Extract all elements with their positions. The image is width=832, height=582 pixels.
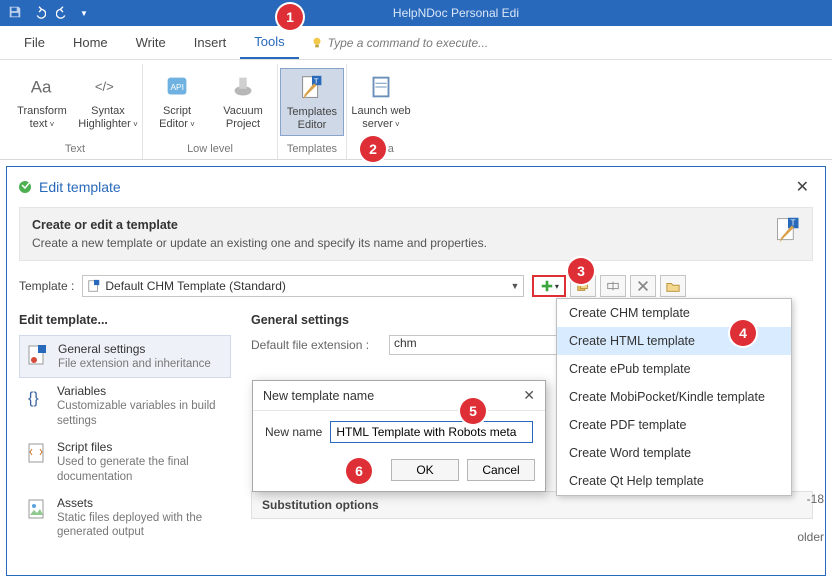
- rename-template-button[interactable]: [600, 275, 626, 297]
- template-label: Template :: [19, 279, 74, 293]
- menu-create-chm[interactable]: Create CHM template: [557, 299, 791, 327]
- annotation-3: 3: [568, 258, 594, 284]
- command-search[interactable]: Type a command to execute...: [305, 33, 494, 53]
- annotation-6: 6: [346, 458, 372, 484]
- menu-create-mobi[interactable]: Create MobiPocket/Kindle template: [557, 383, 791, 411]
- launch-web-server-button[interactable]: Launch webserver ˅: [349, 68, 413, 134]
- svg-text:{}: {}: [28, 390, 39, 407]
- annotation-4: 4: [730, 320, 756, 346]
- cutoff-text-2: older: [797, 530, 824, 544]
- group-lowlevel-label: Low level: [187, 141, 233, 159]
- dialog-title: Edit template: [39, 179, 121, 195]
- template-edit-icon: T: [774, 216, 802, 247]
- menu-create-qt[interactable]: Create Qt Help template: [557, 467, 791, 495]
- qat-dropdown-icon[interactable]: ▼: [80, 9, 88, 18]
- redo-icon[interactable]: [56, 5, 70, 22]
- template-value: Default CHM Template (Standard): [105, 279, 510, 293]
- annotation-1: 1: [277, 4, 303, 30]
- modal-label: New name: [265, 425, 322, 439]
- intro-panel: Create or edit a template Create a new t…: [19, 207, 813, 261]
- ribbon: Aa Transformtext ˅ </> SyntaxHighlighter…: [0, 60, 832, 160]
- templates-editor-button[interactable]: T TemplatesEditor: [280, 68, 344, 136]
- svg-text:API: API: [170, 82, 184, 92]
- chevron-down-icon: ▼: [510, 281, 519, 291]
- menu-create-word[interactable]: Create Word template: [557, 439, 791, 467]
- new-template-name-dialog: New template name ✕ New name OK Cancel: [252, 380, 546, 492]
- create-template-menu: Create CHM template Create HTML template…: [556, 298, 792, 496]
- tree-general-settings[interactable]: General settingsFile extension and inher…: [19, 335, 231, 378]
- tree-variables[interactable]: {} VariablesCustomizable variables in bu…: [19, 378, 231, 434]
- ok-button[interactable]: OK: [391, 459, 459, 481]
- left-title: Edit template...: [19, 313, 231, 327]
- new-name-input[interactable]: [330, 421, 533, 443]
- cancel-button[interactable]: Cancel: [467, 459, 535, 481]
- dialog-close-button[interactable]: ✕: [790, 175, 815, 199]
- ext-label: Default file extension :: [251, 338, 381, 352]
- add-template-button[interactable]: ▾: [532, 275, 566, 297]
- menu-create-epub[interactable]: Create ePub template: [557, 355, 791, 383]
- save-icon[interactable]: [8, 5, 22, 22]
- tab-insert[interactable]: Insert: [180, 27, 241, 58]
- title-bar: ▼ HelpNDoc Personal Edi: [0, 0, 832, 26]
- group-text-label: Text: [65, 141, 85, 159]
- modal-title: New template name: [263, 389, 374, 403]
- svg-text:Aa: Aa: [31, 78, 52, 97]
- script-editor-button[interactable]: API ScriptEditor ˅: [145, 68, 209, 134]
- bulb-icon: [310, 36, 324, 50]
- intro-title: Create or edit a template: [32, 218, 800, 232]
- group-templates-label: Templates: [287, 141, 337, 159]
- tab-tools[interactable]: Tools: [240, 26, 298, 59]
- vacuum-project-button[interactable]: VacuumProject: [211, 68, 275, 134]
- annotation-5: 5: [460, 398, 486, 424]
- modal-close-button[interactable]: ✕: [523, 387, 535, 404]
- menu-create-pdf[interactable]: Create PDF template: [557, 411, 791, 439]
- intro-desc: Create a new template or update an exist…: [32, 236, 800, 250]
- syntax-highlighter-button[interactable]: </> SyntaxHighlighter ˅: [76, 68, 140, 134]
- delete-template-button[interactable]: [630, 275, 656, 297]
- open-folder-button[interactable]: [660, 275, 686, 297]
- svg-text:</>: </>: [95, 79, 114, 94]
- app-title: HelpNDoc Personal Edi: [88, 6, 824, 20]
- tab-file[interactable]: File: [10, 27, 59, 58]
- tree-script-files[interactable]: Script filesUsed to generate the final d…: [19, 434, 231, 490]
- annotation-2: 2: [360, 136, 386, 162]
- ribbon-tabs: File Home Write Insert Tools Type a comm…: [0, 26, 832, 60]
- template-doc-icon: [87, 279, 101, 293]
- template-combo[interactable]: Default CHM Template (Standard) ▼: [82, 275, 524, 297]
- transform-text-button[interactable]: Aa Transformtext ˅: [10, 68, 74, 134]
- tree-assets[interactable]: AssetsStatic files deployed with the gen…: [19, 490, 231, 546]
- dialog-icon: [17, 179, 33, 195]
- cutoff-text-1: -18: [807, 492, 824, 506]
- tab-home[interactable]: Home: [59, 27, 122, 58]
- command-placeholder: Type a command to execute...: [328, 36, 489, 50]
- undo-icon[interactable]: [32, 5, 46, 22]
- tab-write[interactable]: Write: [122, 27, 180, 58]
